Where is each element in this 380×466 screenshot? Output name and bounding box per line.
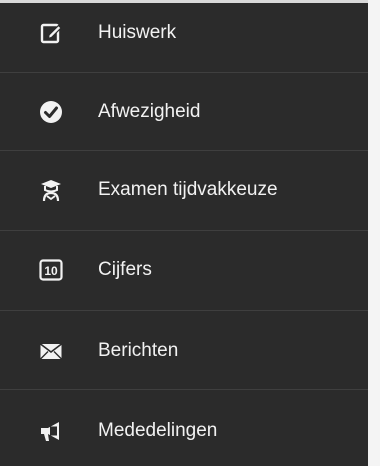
- menu-item-berichten[interactable]: Berichten: [0, 311, 368, 391]
- menu-item-label: Examen tijdvakkeuze: [98, 179, 278, 200]
- menu-item-label: Afwezigheid: [98, 101, 201, 122]
- navigation-drawer: Huiswerk Afwezigheid Examen tijdvakkeuze…: [0, 0, 368, 466]
- svg-text:10: 10: [44, 264, 58, 278]
- menu-item-mededelingen[interactable]: Mededelingen: [0, 390, 368, 466]
- menu-item-examen-tijdvakkeuze[interactable]: Examen tijdvakkeuze: [0, 151, 368, 231]
- menu-item-huiswerk[interactable]: Huiswerk: [0, 0, 368, 72]
- grade-10-icon: 10: [38, 257, 64, 283]
- menu-item-label: Cijfers: [98, 259, 152, 280]
- megaphone-icon: [38, 418, 64, 444]
- check-circle-icon: [38, 99, 64, 125]
- background-edge: [368, 0, 380, 466]
- menu-item-cijfers[interactable]: 10 Cijfers: [0, 231, 368, 311]
- graduate-icon: [38, 177, 64, 203]
- menu-item-afwezigheid[interactable]: Afwezigheid: [0, 73, 368, 153]
- menu-item-label: Berichten: [98, 340, 179, 361]
- menu-item-label: Huiswerk: [98, 22, 177, 43]
- envelope-icon: [38, 338, 64, 364]
- edit-icon: [38, 20, 64, 46]
- menu-item-label: Mededelingen: [98, 420, 218, 441]
